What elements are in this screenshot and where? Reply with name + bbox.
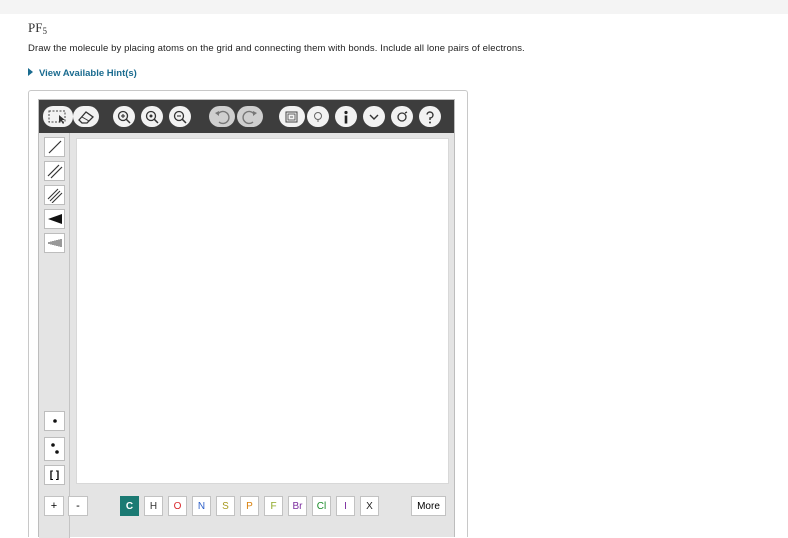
atom-button-n[interactable]: N (192, 496, 211, 516)
decrease-charge-button[interactable]: - (68, 496, 88, 516)
settings-icon[interactable] (391, 106, 413, 127)
zoom-in-icon[interactable] (113, 106, 135, 127)
help-icon[interactable] (419, 106, 441, 127)
redo-icon[interactable] (237, 106, 263, 127)
question-instructions: Draw the molecule by placing atoms on th… (28, 43, 525, 54)
editor-toolbar (39, 100, 454, 133)
atom-button-x[interactable]: X (360, 496, 379, 516)
atom-button-c[interactable]: C (120, 496, 139, 516)
atom-button-i[interactable]: I (336, 496, 355, 516)
info-icon[interactable] (335, 106, 357, 127)
page-top-bar (0, 0, 788, 14)
molecule-editor: [ ] + - C H O N S P F Br Cl I X More (38, 99, 455, 538)
single-bond-icon[interactable] (44, 137, 65, 157)
wedge-bond-icon[interactable] (44, 209, 65, 229)
question-title: PF5 (28, 20, 47, 36)
atom-button-f[interactable]: F (264, 496, 283, 516)
double-bond-icon[interactable] (44, 161, 65, 181)
more-atoms-button[interactable]: More (411, 496, 446, 516)
atom-button-br[interactable]: Br (288, 496, 307, 516)
hint-link-label: View Available Hint(s) (39, 68, 137, 79)
atom-button-s[interactable]: S (216, 496, 235, 516)
increase-charge-button[interactable]: + (44, 496, 64, 516)
drawing-canvas[interactable] (76, 138, 449, 484)
clean-icon[interactable] (307, 106, 329, 127)
expand-triangle-icon (28, 68, 33, 76)
atom-button-cl[interactable]: Cl (312, 496, 331, 516)
hash-bond-icon[interactable] (44, 233, 65, 253)
view-hints-link[interactable]: View Available Hint(s) (28, 68, 137, 79)
undo-icon[interactable] (209, 106, 235, 127)
atom-button-o[interactable]: O (168, 496, 187, 516)
lone-electron-icon[interactable] (44, 411, 65, 431)
bond-toolbar: [ ] (39, 133, 70, 538)
select-icon[interactable] (43, 106, 73, 127)
eraser-icon[interactable] (73, 106, 99, 127)
chevron-down-icon[interactable] (363, 106, 385, 127)
triple-bond-icon[interactable] (44, 185, 65, 205)
lone-pair-icon[interactable] (44, 437, 65, 461)
template-icon[interactable] (279, 106, 305, 127)
zoom-out-icon[interactable] (169, 106, 191, 127)
zoom-fit-icon[interactable] (141, 106, 163, 127)
bracket-tool[interactable]: [ ] (44, 465, 65, 485)
atom-button-h[interactable]: H (144, 496, 163, 516)
atom-button-p[interactable]: P (240, 496, 259, 516)
